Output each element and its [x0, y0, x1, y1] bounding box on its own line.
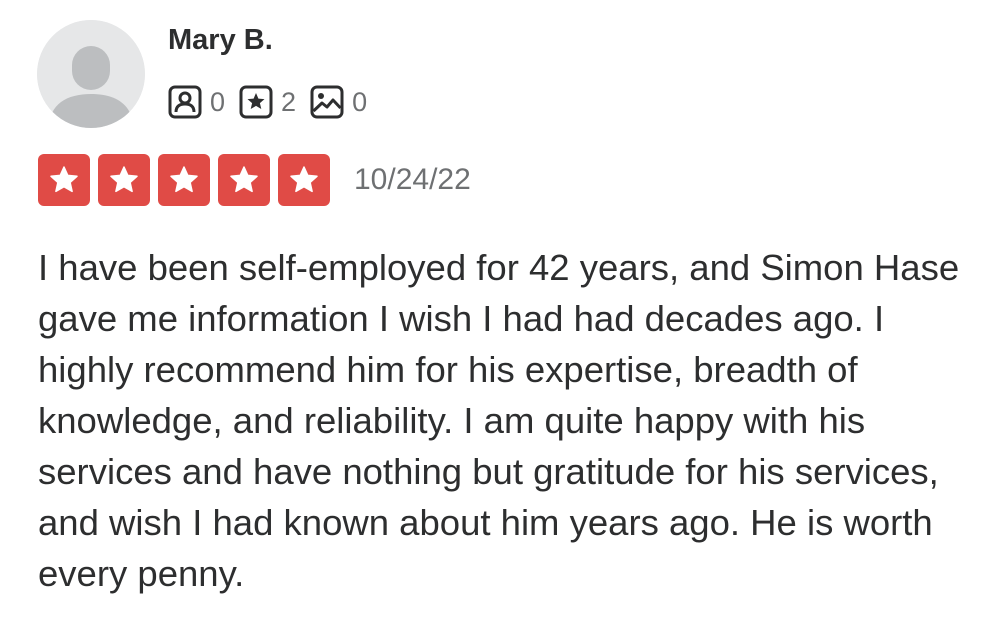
photos-stat: 0	[310, 85, 367, 119]
star-icon	[50, 166, 78, 193]
review-date: 10/24/22	[354, 163, 471, 196]
default-user-avatar-icon	[37, 20, 145, 128]
reviews-count: 2	[281, 86, 297, 117]
star-rating	[38, 154, 338, 206]
star-icon	[230, 166, 258, 193]
user-avatar[interactable]	[37, 20, 145, 128]
star-icon	[170, 166, 198, 193]
star-icon	[290, 166, 318, 193]
friends-count: 0	[210, 86, 226, 117]
rating-row: 10/24/22	[38, 153, 471, 207]
rating-star-box	[38, 154, 90, 206]
friends-icon	[168, 85, 202, 119]
reviews-stat: 2	[239, 85, 296, 119]
friends-stat: 0	[168, 85, 225, 119]
user-stats: 0 2 0	[168, 84, 381, 120]
rating-star-box	[98, 154, 150, 206]
review-text: I have been self-employed for 42 years, …	[38, 247, 960, 594]
star-review-icon	[239, 85, 273, 119]
photo-icon	[310, 85, 344, 119]
star-icon	[110, 166, 138, 193]
rating-star-box	[278, 154, 330, 206]
user-name-link[interactable]: Mary B.	[168, 24, 273, 57]
rating-star-box	[218, 154, 270, 206]
photos-count: 0	[352, 86, 368, 117]
rating-star-box	[158, 154, 210, 206]
review-card: Mary B. 0 2 0 10/24/22 I have been self-…	[0, 0, 1000, 623]
